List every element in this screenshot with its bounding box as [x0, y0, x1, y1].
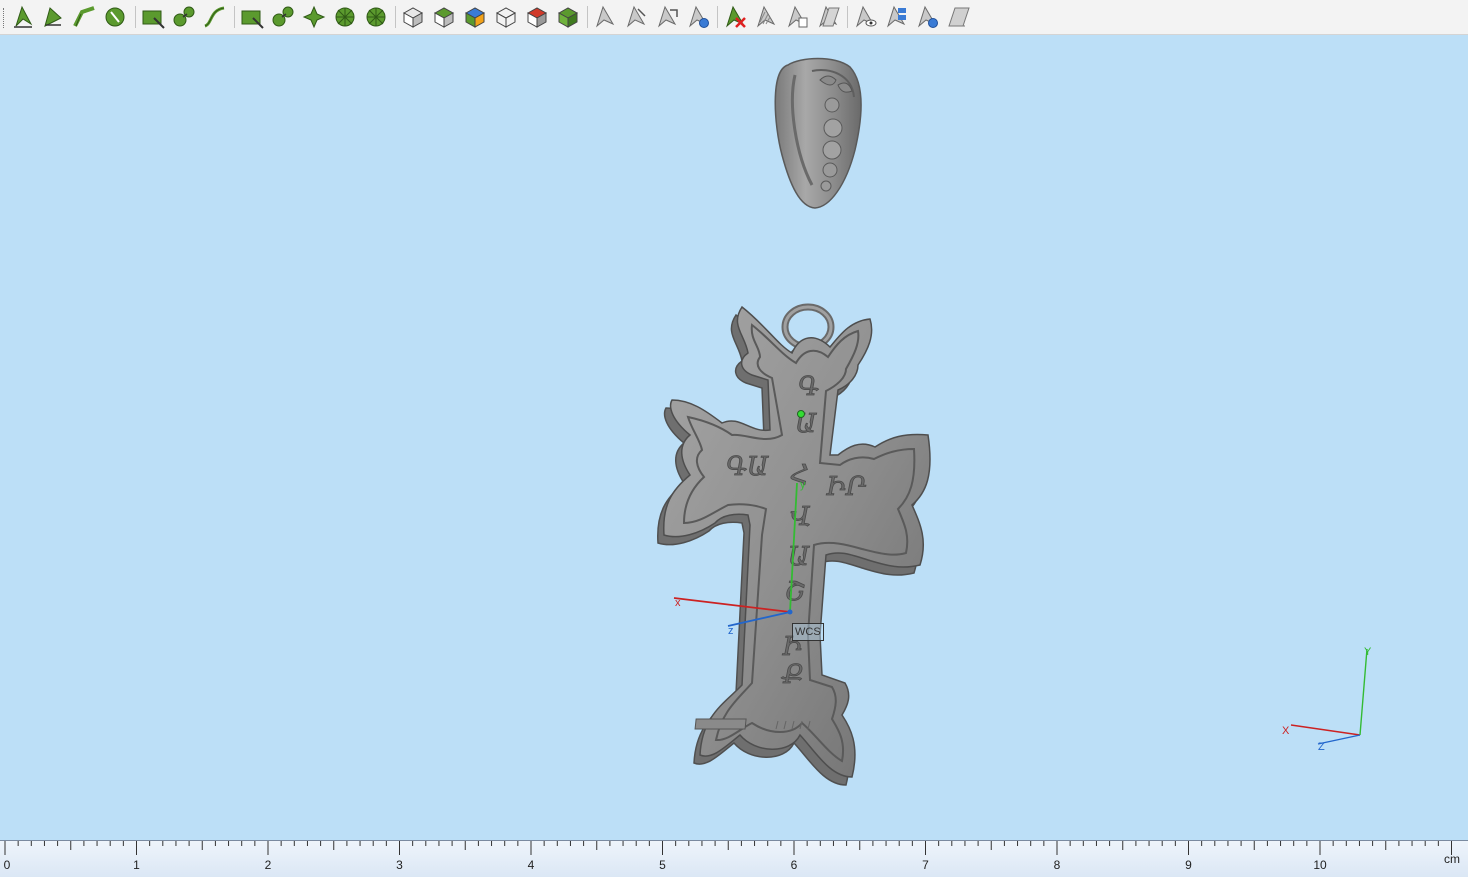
bail-model[interactable] — [774, 57, 862, 209]
circle-select-icon[interactable] — [332, 4, 358, 30]
pointer-mirror-icon[interactable] — [815, 4, 841, 30]
corner-y-label: Y — [1364, 646, 1372, 658]
ruler-ticks — [4, 841, 1452, 855]
pointer-icon[interactable] — [592, 4, 618, 30]
select-vertex-icon[interactable] — [103, 4, 129, 30]
pointer-dot-icon[interactable] — [914, 4, 940, 30]
cross-select-icon[interactable] — [301, 4, 327, 30]
toolbar-grip[interactable] — [3, 8, 6, 28]
toolbar-separator — [135, 6, 136, 28]
fit-frame-icon[interactable] — [239, 4, 265, 30]
view-orientation-axes — [1290, 648, 1368, 745]
node-select-icon[interactable] — [270, 4, 296, 30]
pointer-move-icon[interactable] — [654, 4, 680, 30]
ruler-label: 0 — [3, 858, 11, 872]
lasso-select-icon[interactable] — [363, 4, 389, 30]
ruler-label: 2 — [264, 858, 272, 872]
cross-letter: Գ — [798, 372, 819, 402]
toolbar-separator — [847, 6, 848, 28]
pointer-blank-icon[interactable] — [945, 4, 971, 30]
ruler-label: 7 — [922, 858, 929, 872]
toolbar — [0, 0, 1468, 35]
cross-letter: Ք — [781, 660, 804, 690]
select-edge-icon[interactable] — [72, 4, 98, 30]
toolbar-separator — [717, 6, 718, 28]
cross-letter: Ա — [788, 542, 810, 572]
select-icon[interactable] — [10, 4, 36, 30]
view-cube-colored-icon[interactable] — [462, 4, 488, 30]
cross-letter: ԳԱ — [726, 452, 769, 482]
ruler: 0 1 2 3 4 5 6 7 8 9 10 cm — [0, 840, 1468, 877]
select-face-icon[interactable] — [41, 4, 67, 30]
wcs-y-label: y — [800, 479, 806, 491]
toolbar-separator — [234, 6, 235, 28]
cross-letter: Շ — [785, 577, 805, 607]
ruler-label: 9 — [1185, 858, 1192, 872]
3d-viewport[interactable]: Գ Ա ԳԱ Հ ԻՐ Վ Ա Շ Ի Ք x y z WCS X Y Z — [0, 35, 1468, 840]
toolbar-separator — [587, 6, 588, 28]
scene: ԳԱԳԱ Հ ԻՐՎԱՇԻՔ — [657, 57, 1368, 786]
delete-pointer-icon[interactable] — [722, 4, 748, 30]
pointer-eye-icon[interactable] — [852, 4, 878, 30]
corner-x-label: X — [1282, 725, 1290, 737]
ruler-label: 1 — [133, 858, 140, 872]
wcs-label[interactable]: WCS — [792, 623, 824, 641]
pointer-copy-icon[interactable] — [784, 4, 810, 30]
corner-z-label: Z — [1318, 741, 1325, 753]
view-cube-top-icon[interactable] — [431, 4, 457, 30]
pointer-sphere-icon[interactable] — [685, 4, 711, 30]
pointer-layers-icon[interactable] — [883, 4, 909, 30]
view-cube-wire-icon[interactable] — [493, 4, 519, 30]
ruler-label: 10 — [1313, 858, 1327, 872]
wcs-x-label: x — [675, 597, 681, 609]
ruler-label: 3 — [396, 858, 403, 872]
ruler-label: 6 — [790, 858, 798, 872]
toolbar-separator — [395, 6, 396, 28]
pointer-arrows-icon[interactable] — [623, 4, 649, 30]
hatched-pointer-icon[interactable] — [753, 4, 779, 30]
ruler-label: 8 — [1053, 858, 1061, 872]
ruler-label: 5 — [659, 858, 666, 872]
view-cube-green-icon[interactable] — [555, 4, 581, 30]
rectangle-select-icon[interactable] — [140, 4, 166, 30]
ruler-label: 4 — [527, 858, 535, 872]
wcs-z-label: z — [728, 625, 734, 637]
ruler-unit: cm — [1444, 852, 1460, 866]
curve-select-icon[interactable] — [202, 4, 228, 30]
cross-letter: ԻՐ — [826, 472, 866, 502]
view-cube-icon[interactable] — [400, 4, 426, 30]
cross-letter: Վ — [790, 502, 811, 532]
connected-select-icon[interactable] — [171, 4, 197, 30]
view-cube-red-icon[interactable] — [524, 4, 550, 30]
